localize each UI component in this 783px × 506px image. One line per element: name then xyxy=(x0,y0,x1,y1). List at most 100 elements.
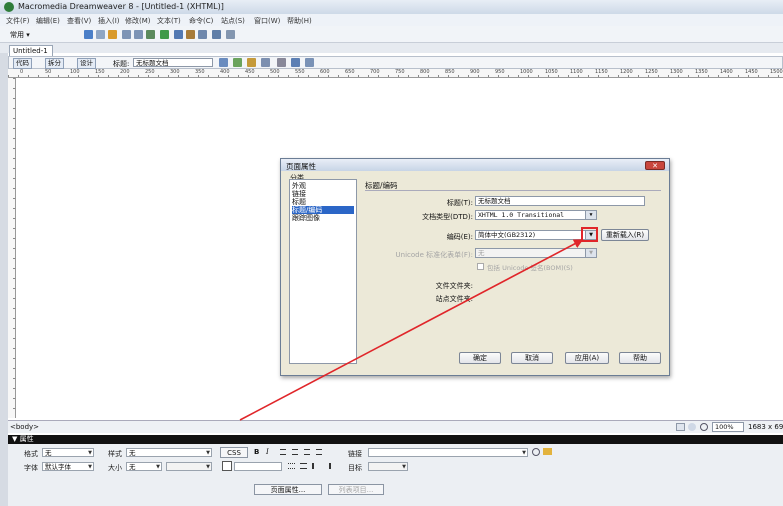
ruler-tick-label: 50 xyxy=(45,69,52,75)
outdent-icon[interactable] xyxy=(312,463,319,469)
unicode-normalization-select: 无 ▼ xyxy=(475,248,597,258)
menu-text[interactable]: 文本(T) xyxy=(157,16,181,26)
select-tool-icon[interactable] xyxy=(676,423,685,431)
cancel-button[interactable]: 取消 xyxy=(511,352,553,364)
category-appearance[interactable]: 外观 xyxy=(292,182,354,190)
zoom-tool-icon[interactable] xyxy=(700,423,708,431)
vertical-ruler xyxy=(8,78,16,418)
date-icon[interactable] xyxy=(174,30,183,39)
ruler-tick-label: 1150 xyxy=(595,69,608,75)
comment-icon[interactable] xyxy=(198,30,207,39)
align-center-icon[interactable] xyxy=(292,449,298,455)
split-view-button[interactable]: 拆分 xyxy=(45,58,64,69)
menu-site[interactable]: 站点(S) xyxy=(221,16,245,26)
help-button[interactable]: 帮助 xyxy=(619,352,661,364)
layer-icon[interactable] xyxy=(134,30,143,39)
menu-edit[interactable]: 编辑(E) xyxy=(36,16,60,26)
menu-modify[interactable]: 修改(M) xyxy=(125,16,151,26)
format-select[interactable]: 无 xyxy=(42,448,94,457)
bold-icon[interactable]: B xyxy=(254,448,259,456)
apply-button[interactable]: 应用(A) xyxy=(565,352,609,364)
menu-view[interactable]: 查看(V) xyxy=(67,16,91,26)
table-icon[interactable] xyxy=(122,30,131,39)
template-icon[interactable] xyxy=(226,30,235,39)
ordered-list-icon[interactable] xyxy=(300,463,307,469)
window-title: Macromedia Dreamweaver 8 - [Untitled-1 (… xyxy=(18,2,224,11)
ruler-tick-label: 150 xyxy=(95,69,105,75)
anchor-icon[interactable] xyxy=(108,30,117,39)
window-size[interactable]: 1683 x 69 xyxy=(748,423,783,431)
font-select[interactable]: 默认字体 xyxy=(42,462,94,471)
text-color-input[interactable] xyxy=(234,462,282,471)
ruler-tick-label: 950 xyxy=(495,69,505,75)
dialog-close-button[interactable]: ✕ xyxy=(645,161,665,170)
menu-insert[interactable]: 插入(I) xyxy=(98,16,120,26)
unordered-list-icon[interactable] xyxy=(288,463,295,469)
link-input[interactable] xyxy=(368,448,528,457)
email-icon[interactable] xyxy=(96,30,105,39)
ruler-tick-label: 850 xyxy=(445,69,455,75)
doc-title-input[interactable]: 无标题文档 xyxy=(133,58,213,67)
css-button[interactable]: CSS xyxy=(220,447,248,458)
code-view-button[interactable]: 代码 xyxy=(13,58,32,69)
file-management-icon[interactable] xyxy=(219,58,228,67)
size-select[interactable]: 无 xyxy=(126,462,162,471)
hyperlink-icon[interactable] xyxy=(84,30,93,39)
title-label: 标题(T): xyxy=(446,199,473,207)
refresh-icon[interactable] xyxy=(277,58,286,67)
category-list[interactable]: 外观 链接 标题 标题/编码 跟踪图像 xyxy=(289,179,357,364)
insert-category-select[interactable]: 常用 ▾ xyxy=(10,30,30,40)
category-headings[interactable]: 标题 xyxy=(292,198,354,206)
browse-folder-icon[interactable] xyxy=(543,448,552,455)
ruler-tick-label: 550 xyxy=(295,69,305,75)
preview-icon[interactable] xyxy=(233,58,242,67)
tag-selector[interactable]: <body> xyxy=(10,423,39,431)
menu-window[interactable]: 窗口(W) xyxy=(254,16,280,26)
menu-help[interactable]: 帮助(H) xyxy=(287,16,312,26)
validate-icon[interactable] xyxy=(247,58,256,67)
ok-button[interactable]: 确定 xyxy=(459,352,501,364)
font-label: 字体 xyxy=(24,464,38,472)
title-input[interactable]: 无标题文档 xyxy=(475,196,645,206)
style-select[interactable]: 无 xyxy=(126,448,212,457)
browser-check-icon[interactable] xyxy=(261,58,270,67)
italic-icon[interactable]: I xyxy=(266,448,269,456)
page-properties-button[interactable]: 页面属性... xyxy=(254,484,322,495)
format-label: 格式 xyxy=(24,450,38,458)
ruler-tick-label: 1500 xyxy=(770,69,783,75)
point-to-file-icon[interactable] xyxy=(532,448,540,456)
align-left-icon[interactable] xyxy=(280,449,286,455)
category-title-encoding[interactable]: 标题/编码 xyxy=(292,206,354,214)
justify-icon[interactable] xyxy=(316,449,322,455)
menu-file[interactable]: 文件(F) xyxy=(6,16,30,26)
visual-aids-icon[interactable] xyxy=(305,58,314,67)
text-color-swatch[interactable] xyxy=(222,461,232,471)
encoding-select[interactable]: 简体中文(GB2312) ▼ xyxy=(475,230,597,240)
document-tab[interactable]: Untitled-1 xyxy=(9,45,53,56)
bom-label: 包括 Unicode 签名(BOM)(S) xyxy=(487,264,573,272)
document-tab-strip xyxy=(0,43,783,53)
ruler-tick-label: 1300 xyxy=(670,69,683,75)
zoom-select[interactable]: 100% xyxy=(712,422,744,432)
media-icon[interactable] xyxy=(160,30,169,39)
image-icon[interactable] xyxy=(146,30,155,39)
hand-tool-icon[interactable] xyxy=(688,423,696,431)
view-options-icon[interactable] xyxy=(291,58,300,67)
category-tracing-image[interactable]: 跟踪图像 xyxy=(292,214,354,222)
indent-icon[interactable] xyxy=(324,463,331,469)
ruler-tick-label: 1050 xyxy=(545,69,558,75)
ruler-tick-label: 750 xyxy=(395,69,405,75)
chevron-down-icon: ▼ xyxy=(585,249,596,257)
design-view-button[interactable]: 设计 xyxy=(77,58,96,69)
doctype-select[interactable]: XHTML 1.0 Transitional ▼ xyxy=(475,210,597,220)
category-links[interactable]: 链接 xyxy=(292,190,354,198)
reload-button[interactable]: 重新载入(R) xyxy=(601,229,649,241)
ruler-tick-label: 450 xyxy=(245,69,255,75)
target-select[interactable] xyxy=(368,462,408,471)
menu-commands[interactable]: 命令(C) xyxy=(189,16,213,26)
align-right-icon[interactable] xyxy=(304,449,310,455)
head-icon[interactable] xyxy=(212,30,221,39)
properties-header[interactable]: ▼ 属性 xyxy=(8,435,783,444)
properties-panel: 格式 无 样式 无 CSS B I 链接 字体 默认字体 大小 无 目标 页面属… xyxy=(8,444,783,506)
server-include-icon[interactable] xyxy=(186,30,195,39)
